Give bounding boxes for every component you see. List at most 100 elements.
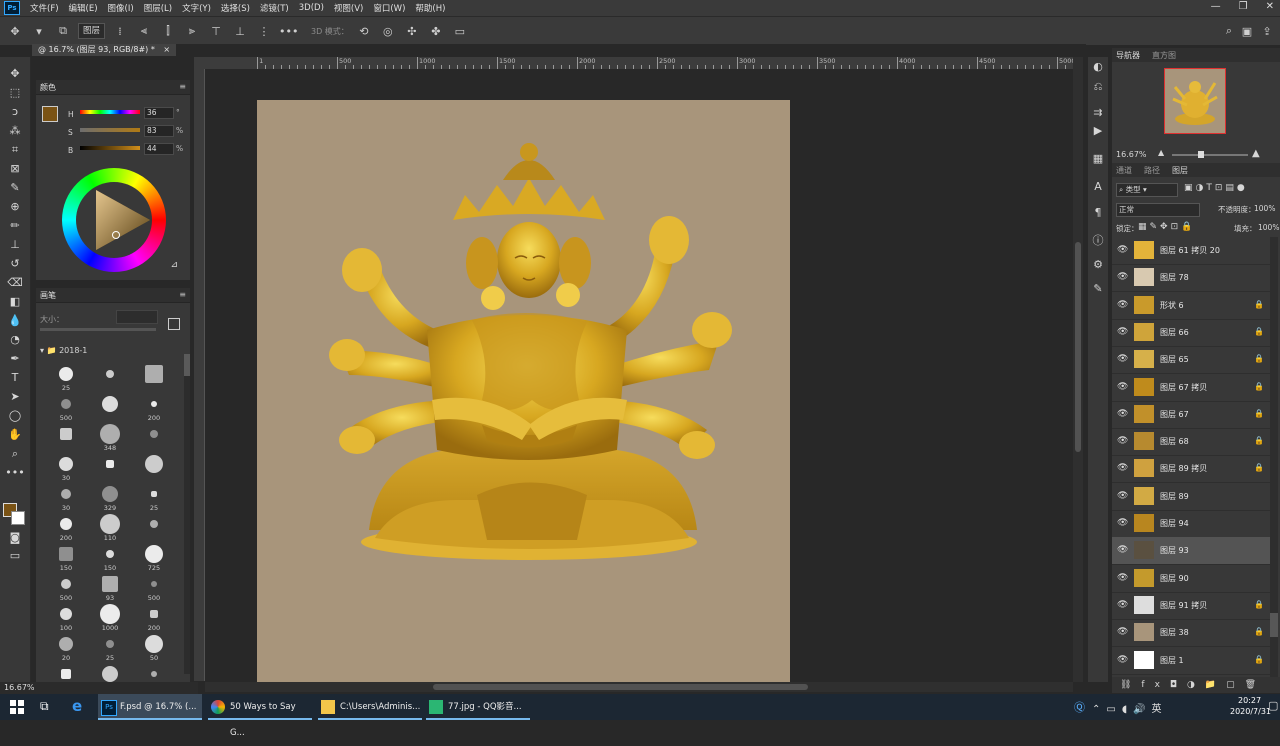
swatches-icon[interactable]: ▦ (1089, 151, 1107, 167)
tab-layers[interactable]: 图层 (1172, 165, 1188, 176)
brush-preset[interactable]: 30 (48, 482, 84, 512)
align-left-icon[interactable]: ⫷ (135, 24, 153, 38)
brush-preset[interactable]: 20 (48, 632, 84, 662)
3d-roll-icon[interactable]: ◎ (379, 25, 397, 38)
taskbar-time[interactable]: 20:27 (1238, 696, 1261, 705)
navigator-icon[interactable]: ◐ (1089, 59, 1107, 75)
navigator-zoom[interactable]: 16.67% (1116, 150, 1147, 159)
visibility-eye-icon[interactable]: 👁 (1117, 463, 1128, 473)
visibility-eye-icon[interactable]: 👁 (1117, 655, 1128, 665)
blend-mode-dropdown[interactable]: 正常 (1116, 203, 1200, 217)
chevron-down-icon[interactable]: ▾ (30, 25, 48, 38)
layer-row[interactable]: 👁 图层 67 🔒 (1112, 401, 1270, 429)
menu-help[interactable]: 帮助(H) (415, 2, 445, 14)
menu-3d[interactable]: 3D(D) (299, 3, 324, 13)
brush-preset[interactable]: 25 (48, 362, 84, 392)
type-tool-icon[interactable]: T (4, 369, 26, 387)
history-brush-tool-icon[interactable]: ↺ (4, 255, 26, 273)
frame-tool-icon[interactable]: ⊠ (4, 160, 26, 178)
eraser-tool-icon[interactable]: ⌫ (4, 274, 26, 292)
layer-filter-dropdown[interactable]: ⌕ 类型 ▾ (1116, 183, 1178, 197)
brightness-slider[interactable] (80, 146, 140, 150)
status-zoom[interactable]: 16.67% (4, 683, 35, 692)
brush-preset[interactable]: 348 (92, 422, 128, 452)
layer-row[interactable]: 👁 图层 94 (1112, 510, 1270, 538)
align-right-icon[interactable]: ⫸ (183, 24, 201, 38)
layer-row[interactable]: 👁 图层 89 (1112, 483, 1270, 511)
visibility-eye-icon[interactable]: 👁 (1117, 627, 1128, 637)
zoom-out-icon[interactable]: ▲ (1158, 148, 1164, 157)
background-color-swatch[interactable] (11, 511, 25, 525)
3d-pan-icon[interactable]: ✣ (403, 25, 421, 38)
marquee-tool-icon[interactable]: ⬚ (4, 84, 26, 102)
menu-file[interactable]: 文件(F) (30, 2, 59, 14)
layer-row[interactable]: 👁 图层 78 (1112, 264, 1270, 293)
opacity-value[interactable]: 100% (1254, 204, 1275, 213)
brush-preset[interactable] (92, 452, 128, 482)
navigator-preview[interactable] (1164, 68, 1226, 134)
layer-filter-icons[interactable]: ▣◑T⊡▤● (1184, 183, 1248, 193)
share-icon[interactable]: ⇪ (1258, 25, 1276, 38)
menu-filter[interactable]: 滤镜(T) (260, 2, 289, 14)
menu-image[interactable]: 图像(I) (108, 2, 134, 14)
taskbar-app-qq-player[interactable]: 77.jpg - QQ影音... (426, 694, 530, 720)
more-options-icon[interactable]: ••• (279, 25, 298, 38)
play-icon[interactable]: ▶ (1089, 123, 1107, 139)
brush-preset[interactable] (48, 422, 84, 452)
brightness-value[interactable]: 44 (144, 143, 174, 155)
brush-scrollbar[interactable] (184, 354, 190, 674)
vertical-scroll-thumb[interactable] (1075, 242, 1081, 452)
layers-scrollbar[interactable] (1270, 237, 1278, 677)
brush-preset[interactable]: 725 (136, 542, 172, 572)
lock-icons[interactable]: ▦✎✥⊡🔒 (1138, 222, 1195, 232)
layer-row[interactable]: 👁 图层 91 拷贝 🔒 (1112, 592, 1270, 620)
brush-preset[interactable]: 25 (92, 632, 128, 662)
brush-preset[interactable]: 93 (92, 572, 128, 602)
visibility-eye-icon[interactable]: 👁 (1117, 545, 1128, 555)
brush-tool-icon[interactable]: ✏ (4, 217, 26, 235)
layer-row[interactable]: 👁 图层 68 🔒 (1112, 428, 1270, 457)
menu-window[interactable]: 窗口(W) (373, 2, 405, 14)
brush-preset[interactable]: 100 (48, 602, 84, 632)
healing-brush-tool-icon[interactable]: ⊕ (4, 198, 26, 216)
eyedropper-tool-icon[interactable]: ✎ (4, 179, 26, 197)
actions-icon[interactable]: ⇉ (1089, 105, 1107, 121)
move-tool-icon[interactable]: ✥ (6, 25, 24, 38)
align-top-icon[interactable]: ⊤ (207, 25, 225, 38)
menu-layer[interactable]: 图层(L) (144, 2, 172, 14)
color-triangle[interactable] (62, 168, 166, 272)
3d-scale-icon[interactable]: ▭ (451, 25, 469, 38)
brush-preset[interactable] (92, 392, 128, 422)
tab-channels[interactable]: 通道 (1116, 165, 1132, 176)
search-icon[interactable]: ⌕ (1220, 24, 1238, 38)
visibility-eye-icon[interactable]: 👁 (1117, 382, 1128, 392)
visibility-eye-icon[interactable]: 👁 (1117, 518, 1128, 528)
brush-preset[interactable] (136, 452, 172, 482)
foreground-color-swatch[interactable] (42, 106, 58, 122)
brush-preset[interactable]: 110 (92, 512, 128, 542)
taskbar-app-photoshop[interactable]: Ps F.psd @ 16.7% (... (98, 694, 202, 720)
clone-stamp-tool-icon[interactable]: ⊥ (4, 236, 26, 254)
brush-preset[interactable]: 500 (136, 572, 172, 602)
brush-preset[interactable]: 30 (48, 452, 84, 482)
3d-rotate-icon[interactable]: ⟲ (355, 25, 373, 38)
align-center-icon[interactable]: ⫿ (159, 24, 177, 38)
move-tool-icon[interactable]: ✥ (4, 65, 26, 83)
distribute-icon[interactable]: ⋮ (255, 25, 273, 38)
taskbar-app-explorer[interactable]: C:\Users\Adminis... (318, 694, 422, 720)
visibility-eye-icon[interactable]: 👁 (1117, 491, 1128, 501)
brush-preset[interactable] (136, 362, 172, 392)
character-icon[interactable]: A (1089, 179, 1107, 195)
brush-size-input[interactable] (116, 310, 158, 324)
visibility-eye-icon[interactable]: 👁 (1117, 600, 1128, 610)
3d-slide-icon[interactable]: ✤ (427, 25, 445, 38)
brush-settings-icon[interactable]: ✎ (1089, 281, 1107, 297)
hue-value[interactable]: 36 (144, 107, 174, 119)
brush-preset[interactable]: 25 (136, 482, 172, 512)
blur-tool-icon[interactable]: 💧 (4, 312, 26, 330)
layer-row[interactable]: 👁 图层 61 拷贝 20 (1112, 237, 1270, 265)
navigator-zoom-slider[interactable] (1172, 151, 1248, 158)
layer-row[interactable]: 👁 形状 6 🔒 (1112, 292, 1270, 320)
layer-row[interactable]: 👁 图层 1 🔒 (1112, 647, 1270, 675)
menu-edit[interactable]: 编辑(E) (69, 2, 98, 14)
